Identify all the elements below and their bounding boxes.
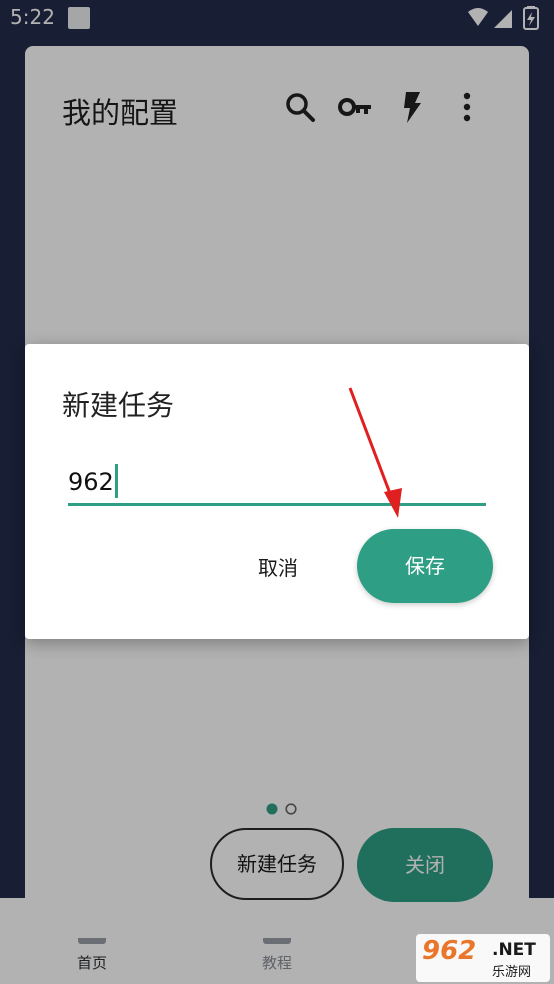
- cancel-button[interactable]: 取消: [240, 548, 316, 588]
- task-name-input[interactable]: 962: [68, 460, 486, 506]
- watermark-logo: 962 .NET 乐游网: [416, 934, 550, 982]
- save-button[interactable]: 保存: [357, 529, 493, 603]
- new-task-dialog: 新建任务 962 取消 保存: [25, 344, 529, 639]
- dialog-title: 新建任务: [62, 389, 175, 422]
- watermark-net: .NET: [492, 940, 536, 960]
- text-caret: [114, 464, 118, 498]
- watermark-962: 962: [422, 936, 477, 966]
- annotation-arrow: [348, 387, 402, 518]
- task-name-value: 962: [68, 468, 114, 496]
- watermark-subtitle: 乐游网: [492, 965, 532, 980]
